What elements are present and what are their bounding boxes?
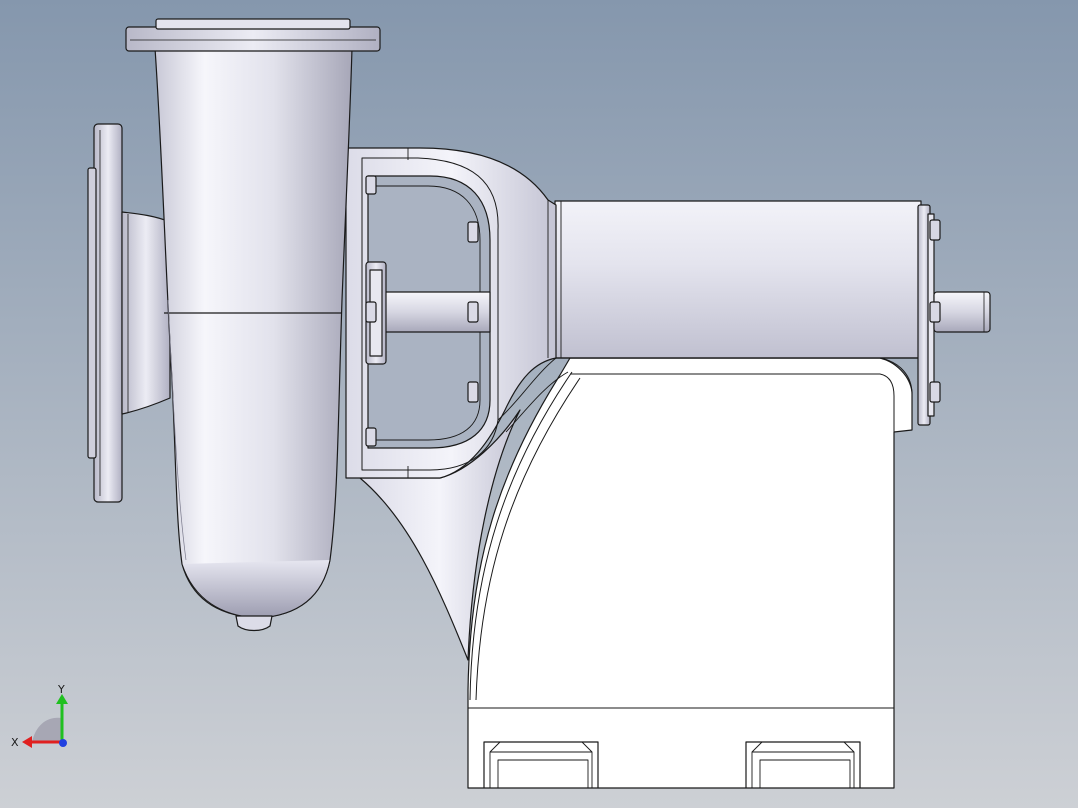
triad-z-axis [59, 739, 67, 747]
drain-boss [235, 615, 273, 632]
suction-flange[interactable] [87, 123, 123, 503]
shaft-stub[interactable] [933, 291, 991, 333]
pedestal-base[interactable] [467, 357, 913, 789]
triad-plane-shade [32, 717, 62, 742]
suction-nozzle[interactable] [121, 211, 171, 415]
triad-x-label: X [11, 736, 19, 749]
model-view[interactable] [0, 0, 1078, 808]
discharge-flange[interactable] [125, 18, 381, 52]
triad-y-label: Y [57, 684, 65, 696]
volute-casing[interactable] [154, 47, 353, 619]
graphics-viewport[interactable]: Y X [0, 0, 1078, 808]
orientation-triad[interactable]: Y X [10, 684, 76, 754]
triad-x-arrow [22, 736, 32, 748]
